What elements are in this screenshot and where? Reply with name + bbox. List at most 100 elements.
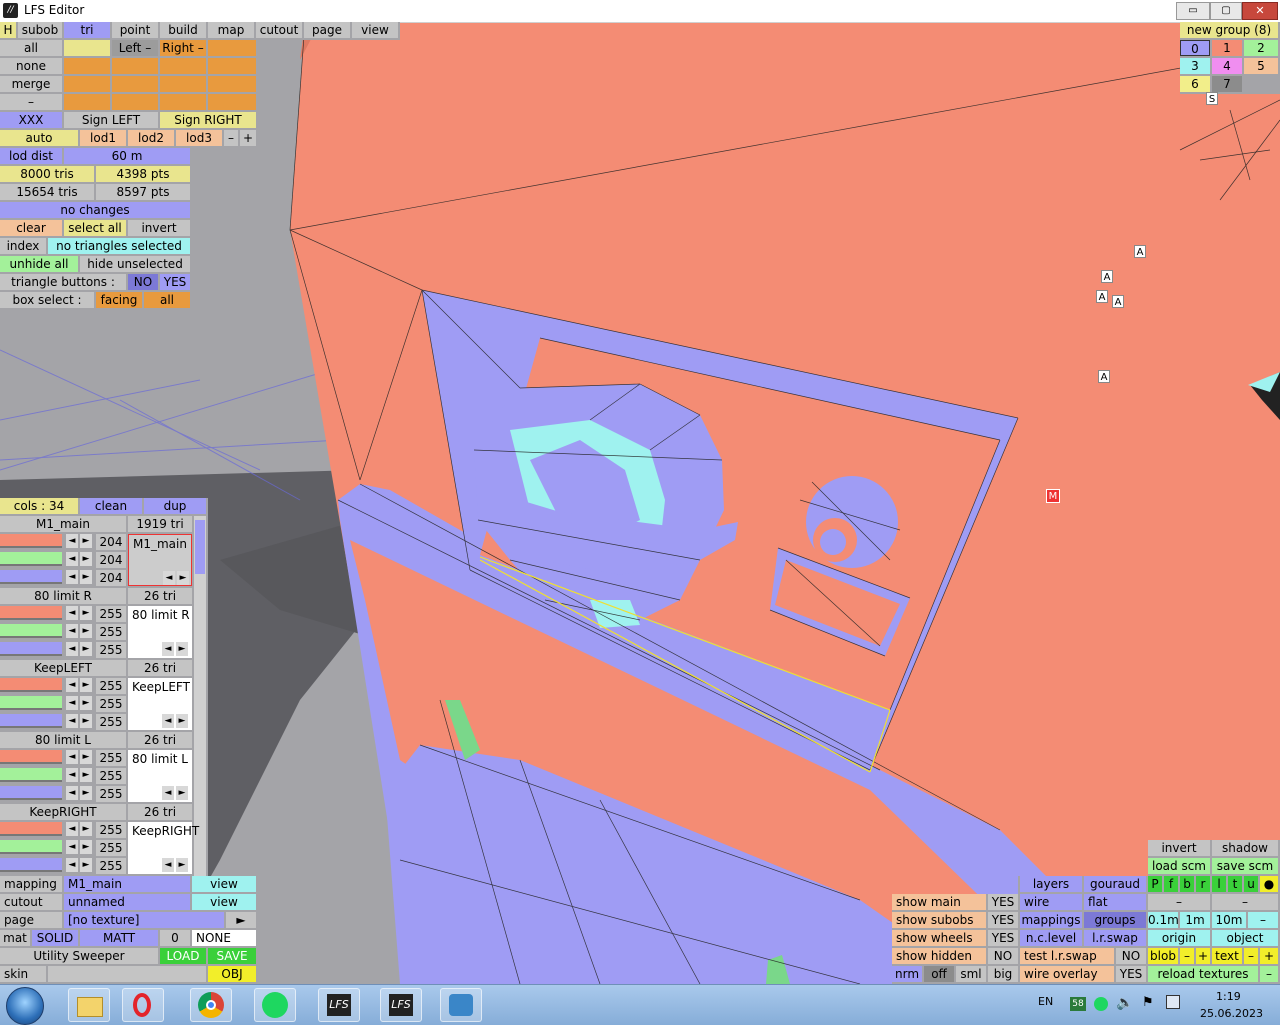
marker-a[interactable]: A — [1098, 370, 1110, 383]
test-lr-swap-toggle[interactable]: NO — [1116, 948, 1146, 964]
flag-toggle-1[interactable]: f — [1164, 876, 1178, 892]
color-channel-slider[interactable] — [0, 786, 62, 800]
unhide-all-button[interactable]: unhide all — [0, 256, 78, 272]
decrease-arrow-icon[interactable]: ◄ — [66, 714, 78, 728]
flag-toggle-4[interactable]: l — [1212, 876, 1226, 892]
decrease-arrow-icon[interactable]: ◄ — [66, 786, 78, 800]
color-preview[interactable]: KeepLEFT ◄ ► — [128, 678, 192, 730]
decrease-arrow-icon[interactable]: ◄ — [66, 822, 78, 836]
color-channel-slider[interactable] — [0, 642, 62, 656]
show-main-toggle[interactable]: YES — [988, 894, 1018, 910]
increase-arrow-icon[interactable]: ► — [80, 570, 92, 584]
prev-arrow-icon[interactable]: ◄ — [162, 642, 174, 656]
clock-time[interactable]: 1:19 — [1216, 990, 1241, 1003]
color-channel-slider[interactable] — [0, 714, 62, 728]
reload-textures-button[interactable]: reload textures — [1148, 966, 1258, 982]
swatch[interactable] — [160, 76, 206, 92]
increase-arrow-icon[interactable]: ► — [80, 624, 92, 638]
cutout-view-button[interactable]: view — [192, 894, 256, 910]
swatch[interactable] — [208, 40, 256, 56]
origin-button[interactable]: origin — [1148, 930, 1210, 946]
big-button[interactable]: big — [988, 966, 1018, 982]
layers-button[interactable]: layers — [1020, 876, 1082, 892]
lfs-editor-icon[interactable]: LFS — [380, 988, 422, 1022]
flag-toggle-6[interactable]: u — [1244, 876, 1258, 892]
tab-tri[interactable]: tri — [64, 22, 110, 38]
text-plus-button[interactable]: + — [1260, 948, 1278, 964]
flag-toggle-3[interactable]: r — [1196, 876, 1210, 892]
group-1-button[interactable]: 1 — [1212, 40, 1242, 56]
prev-arrow-icon[interactable]: ◄ — [162, 786, 174, 800]
swatch[interactable] — [64, 58, 110, 74]
increase-arrow-icon[interactable]: ► — [80, 786, 92, 800]
mat-matt-button[interactable]: MATT — [80, 930, 158, 946]
increase-arrow-icon[interactable]: ► — [80, 606, 92, 620]
flag-toggle-5[interactable]: t — [1228, 876, 1242, 892]
flag-toggle-2[interactable]: b — [1180, 876, 1194, 892]
flag-icon[interactable]: ⚑ — [1142, 995, 1154, 1010]
lfs-tool-icon[interactable] — [440, 988, 482, 1022]
color-channel-slider[interactable] — [0, 822, 62, 836]
file-explorer-icon[interactable] — [68, 988, 110, 1022]
nrm-button[interactable]: nrm — [892, 966, 922, 982]
swatch[interactable] — [208, 94, 256, 110]
lod-auto-button[interactable]: auto — [0, 130, 78, 146]
color-channel-slider[interactable] — [0, 624, 62, 638]
increase-arrow-icon[interactable]: ► — [80, 678, 92, 692]
decrease-arrow-icon[interactable]: ◄ — [66, 624, 78, 638]
box-select-facing[interactable]: facing — [96, 292, 142, 308]
swatch[interactable] — [64, 40, 110, 56]
save-button[interactable]: SAVE — [208, 948, 256, 964]
color-channel-slider[interactable] — [0, 750, 62, 764]
tab-map[interactable]: map — [208, 22, 254, 38]
save-scm-button[interactable]: save scm — [1212, 858, 1278, 874]
colors-scrollbar[interactable] — [194, 516, 206, 876]
dash-button[interactable]: – — [1260, 966, 1278, 982]
chrome-icon[interactable] — [190, 988, 232, 1022]
language-indicator[interactable]: EN — [1038, 995, 1053, 1008]
groups-button[interactable]: groups — [1084, 912, 1146, 928]
flat-button[interactable]: flat — [1084, 894, 1146, 910]
marker-a[interactable]: A — [1134, 245, 1146, 258]
marker-s[interactable]: S — [1206, 92, 1218, 105]
lod1-button[interactable]: lod1 — [80, 130, 126, 146]
next-arrow-icon[interactable]: ► — [176, 642, 188, 656]
increase-arrow-icon[interactable]: ► — [80, 840, 92, 854]
select-none-button[interactable]: none — [0, 58, 62, 74]
dist-0-1m-button[interactable]: 0.1m — [1148, 912, 1178, 928]
wire-overlay-toggle[interactable]: YES — [1116, 966, 1146, 982]
increase-arrow-icon[interactable]: ► — [80, 534, 92, 548]
right-button[interactable]: Right – — [160, 40, 206, 56]
group-2-button[interactable]: 2 — [1244, 40, 1278, 56]
color-channel-slider[interactable] — [0, 552, 62, 566]
left-button[interactable]: Left – — [112, 40, 158, 56]
mat-solid-button[interactable]: SOLID — [32, 930, 78, 946]
tab-point[interactable]: point — [112, 22, 158, 38]
close-button[interactable]: ✕ — [1242, 2, 1278, 20]
show-hidden-toggle[interactable]: NO — [988, 948, 1018, 964]
load-button[interactable]: LOAD — [160, 948, 206, 964]
group-6-button[interactable]: 6 — [1180, 76, 1210, 92]
increase-arrow-icon[interactable]: ► — [80, 750, 92, 764]
color-channel-slider[interactable] — [0, 678, 62, 692]
increase-arrow-icon[interactable]: ► — [80, 552, 92, 566]
load-scm-button[interactable]: load scm — [1148, 858, 1210, 874]
swatch[interactable] — [64, 76, 110, 92]
sign-right-button[interactable]: Sign RIGHT — [160, 112, 256, 128]
decrease-arrow-icon[interactable]: ◄ — [66, 750, 78, 764]
flag-toggle-0[interactable]: P — [1148, 876, 1162, 892]
volume-icon[interactable]: 🔈 — [1116, 995, 1133, 1011]
spotify-icon[interactable] — [254, 988, 296, 1022]
swatch[interactable] — [208, 76, 256, 92]
lod-minus-button[interactable]: – — [224, 130, 238, 146]
tab-view[interactable]: view — [352, 22, 398, 38]
tri-buttons-no[interactable]: NO — [128, 274, 158, 290]
swatch[interactable] — [160, 58, 206, 74]
swatch[interactable] — [160, 94, 206, 110]
lod2-button[interactable]: lod2 — [128, 130, 174, 146]
decrease-arrow-icon[interactable]: ◄ — [66, 696, 78, 710]
scrollbar-thumb[interactable] — [195, 520, 205, 574]
marker-m[interactable]: M — [1046, 489, 1060, 503]
minimize-button[interactable]: ▭ — [1176, 2, 1210, 20]
flag-toggle-7[interactable]: ● — [1260, 876, 1278, 892]
